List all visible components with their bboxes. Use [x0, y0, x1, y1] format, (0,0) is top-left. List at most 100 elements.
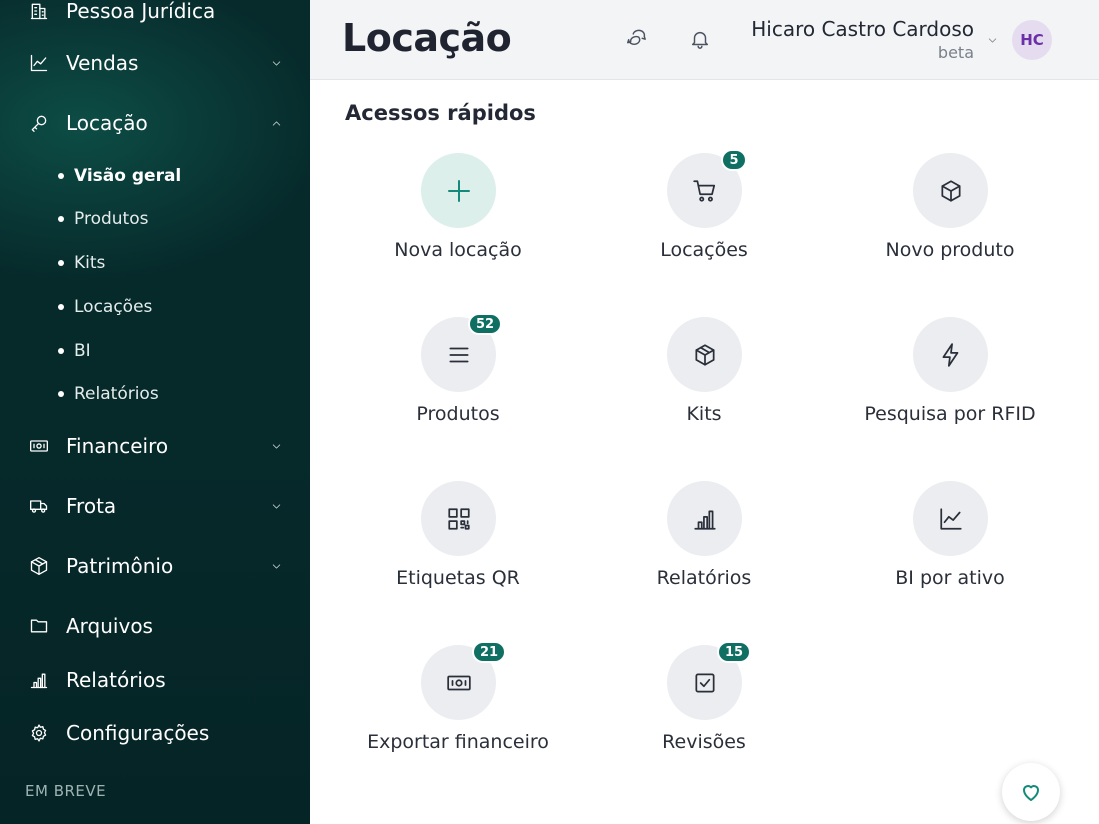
tile-icon-circle: [421, 153, 496, 228]
bar-chart-icon: [693, 510, 716, 530]
list-icon: [448, 347, 469, 362]
bullet-dot: [58, 260, 64, 266]
sidebar-item-label: Vendas: [66, 51, 139, 75]
bell-icon[interactable]: [687, 26, 713, 52]
chevron-down-icon[interactable]: [986, 32, 1000, 46]
sidebar-item-label: Financeiro: [66, 434, 169, 458]
user-name[interactable]: Hicaro Castro Cardoso: [751, 17, 974, 41]
sidebar-subitem-locacoes[interactable]: Locações: [58, 294, 152, 320]
count-badge: 21: [472, 641, 507, 663]
sidebar-subitem-relatorios[interactable]: Relatórios: [58, 381, 159, 407]
sidebar-subitem-bi[interactable]: BI: [58, 338, 91, 364]
line-chart-icon: [28, 52, 50, 74]
checkbox-icon: [694, 672, 715, 693]
sidebar-subitem-produtos[interactable]: Produtos: [58, 206, 148, 232]
tile-label: Nova locação: [394, 239, 522, 261]
favorite-button[interactable]: [1002, 763, 1060, 821]
sidebar-item-label: Pessoa Jurídica: [66, 0, 216, 23]
bullet-dot: [58, 304, 64, 310]
sidebar-item-frota[interactable]: Frota: [0, 486, 310, 526]
sidebar-item-patrimonio[interactable]: Patrimônio: [0, 546, 310, 586]
package-icon: [694, 343, 715, 366]
sidebar-item-label: Patrimônio: [66, 554, 174, 578]
count-badge: 15: [717, 641, 752, 663]
bullet-dot: [58, 173, 64, 179]
tile-icon-circle: [913, 481, 988, 556]
tile-icon-circle: [421, 481, 496, 556]
tile-label: Locações: [660, 239, 748, 261]
quick-access-locacoes[interactable]: 5 Locações: [594, 149, 814, 283]
tile-label: Pesquisa por RFID: [864, 403, 1036, 425]
quick-access-etiquetas-qr[interactable]: Etiquetas QR: [348, 481, 568, 611]
quick-access-bi-por-ativo[interactable]: BI por ativo: [840, 481, 1060, 611]
top-header: Locação Hicaro Castro Cardoso beta HC: [310, 0, 1099, 80]
tile-label: Relatórios: [656, 567, 752, 589]
sidebar-item-configuracoes[interactable]: Configurações: [0, 713, 310, 753]
sidebar: Pessoa Jurídica Vendas Locação Visão ger…: [0, 0, 310, 824]
plus-icon: [447, 179, 470, 202]
sidebar-item-label: Locação: [66, 111, 148, 135]
bullet-dot: [58, 391, 64, 397]
tile-icon-circle: [913, 153, 988, 228]
user-role: beta: [937, 43, 974, 62]
bullet-dot: [58, 216, 64, 222]
sidebar-item-vendas[interactable]: Vendas: [0, 43, 310, 83]
chevron-down-icon[interactable]: [269, 439, 283, 453]
sidebar-item-financeiro[interactable]: Financeiro: [0, 426, 310, 466]
chevron-down-icon[interactable]: [269, 559, 283, 573]
tile-icon-circle: [913, 317, 988, 392]
banknote-icon: [446, 675, 471, 690]
cart-icon: [692, 179, 715, 202]
gear-icon: [28, 722, 50, 744]
bar-chart-icon: [28, 669, 50, 691]
quick-access-produtos[interactable]: 52 Produtos: [348, 313, 568, 447]
quick-access-exportar-financeiro[interactable]: 21 Exportar financeiro: [348, 641, 568, 775]
sidebar-subitem-label: Locações: [74, 297, 153, 317]
truck-icon: [28, 495, 50, 517]
lightning-icon: [942, 342, 958, 367]
sidebar-subitem-visao-geral[interactable]: Visão geral: [58, 163, 181, 189]
tile-label: Kits: [686, 403, 722, 425]
sidebar-item-arquivos[interactable]: Arquivos: [0, 606, 310, 646]
sidebar-item-label: Relatórios: [66, 668, 166, 692]
quick-access-relatorios[interactable]: Relatórios: [594, 481, 814, 611]
sidebar-subitem-label: Relatórios: [74, 384, 159, 404]
sidebar-subitem-label: Visão geral: [74, 166, 182, 186]
quick-access-novo-produto[interactable]: Novo produto: [840, 153, 1060, 283]
sidebar-subitem-kits[interactable]: Kits: [58, 250, 105, 276]
chat-icon[interactable]: [623, 26, 649, 52]
sidebar-item-pessoa-juridica[interactable]: Pessoa Jurídica: [0, 0, 310, 31]
page-title: Locação: [342, 16, 512, 60]
building-icon: [28, 0, 50, 22]
quick-access-pesquisa-rfid[interactable]: Pesquisa por RFID: [840, 317, 1060, 447]
tile-label: BI por ativo: [895, 567, 1005, 589]
chevron-up-icon[interactable]: [269, 116, 283, 130]
quick-access-revisoes[interactable]: 15 Revisões: [594, 641, 814, 775]
count-badge: 52: [468, 313, 503, 335]
tile-icon-circle: [667, 481, 742, 556]
tile-label: Produtos: [416, 403, 500, 425]
sidebar-subitem-label: Produtos: [74, 209, 149, 229]
banknote-icon: [28, 435, 50, 457]
bullet-dot: [58, 348, 64, 354]
chevron-down-icon[interactable]: [269, 56, 283, 70]
coming-soon-heading: EM BREVE: [25, 782, 107, 800]
sidebar-subitem-label: BI: [74, 341, 91, 361]
line-chart-icon: [939, 507, 962, 530]
section-title: Acessos rápidos: [345, 101, 536, 125]
folder-icon: [28, 615, 50, 637]
sidebar-item-label: Arquivos: [66, 614, 153, 638]
count-badge: 5: [721, 149, 747, 171]
sidebar-item-label: Frota: [66, 494, 117, 518]
sidebar-item-label: Configurações: [66, 721, 210, 745]
chevron-down-icon[interactable]: [269, 499, 283, 513]
tile-label: Exportar financeiro: [367, 731, 549, 753]
quick-access-kits[interactable]: Kits: [594, 317, 814, 447]
cube-icon: [940, 179, 961, 202]
quick-access-nova-locacao[interactable]: Nova locação: [348, 153, 568, 283]
avatar[interactable]: HC: [1012, 20, 1052, 60]
tile-label: Revisões: [662, 731, 746, 753]
sidebar-item-relatorios[interactable]: Relatórios: [0, 660, 310, 700]
sidebar-item-locacao[interactable]: Locação: [0, 103, 310, 143]
tile-label: Etiquetas QR: [396, 567, 520, 589]
